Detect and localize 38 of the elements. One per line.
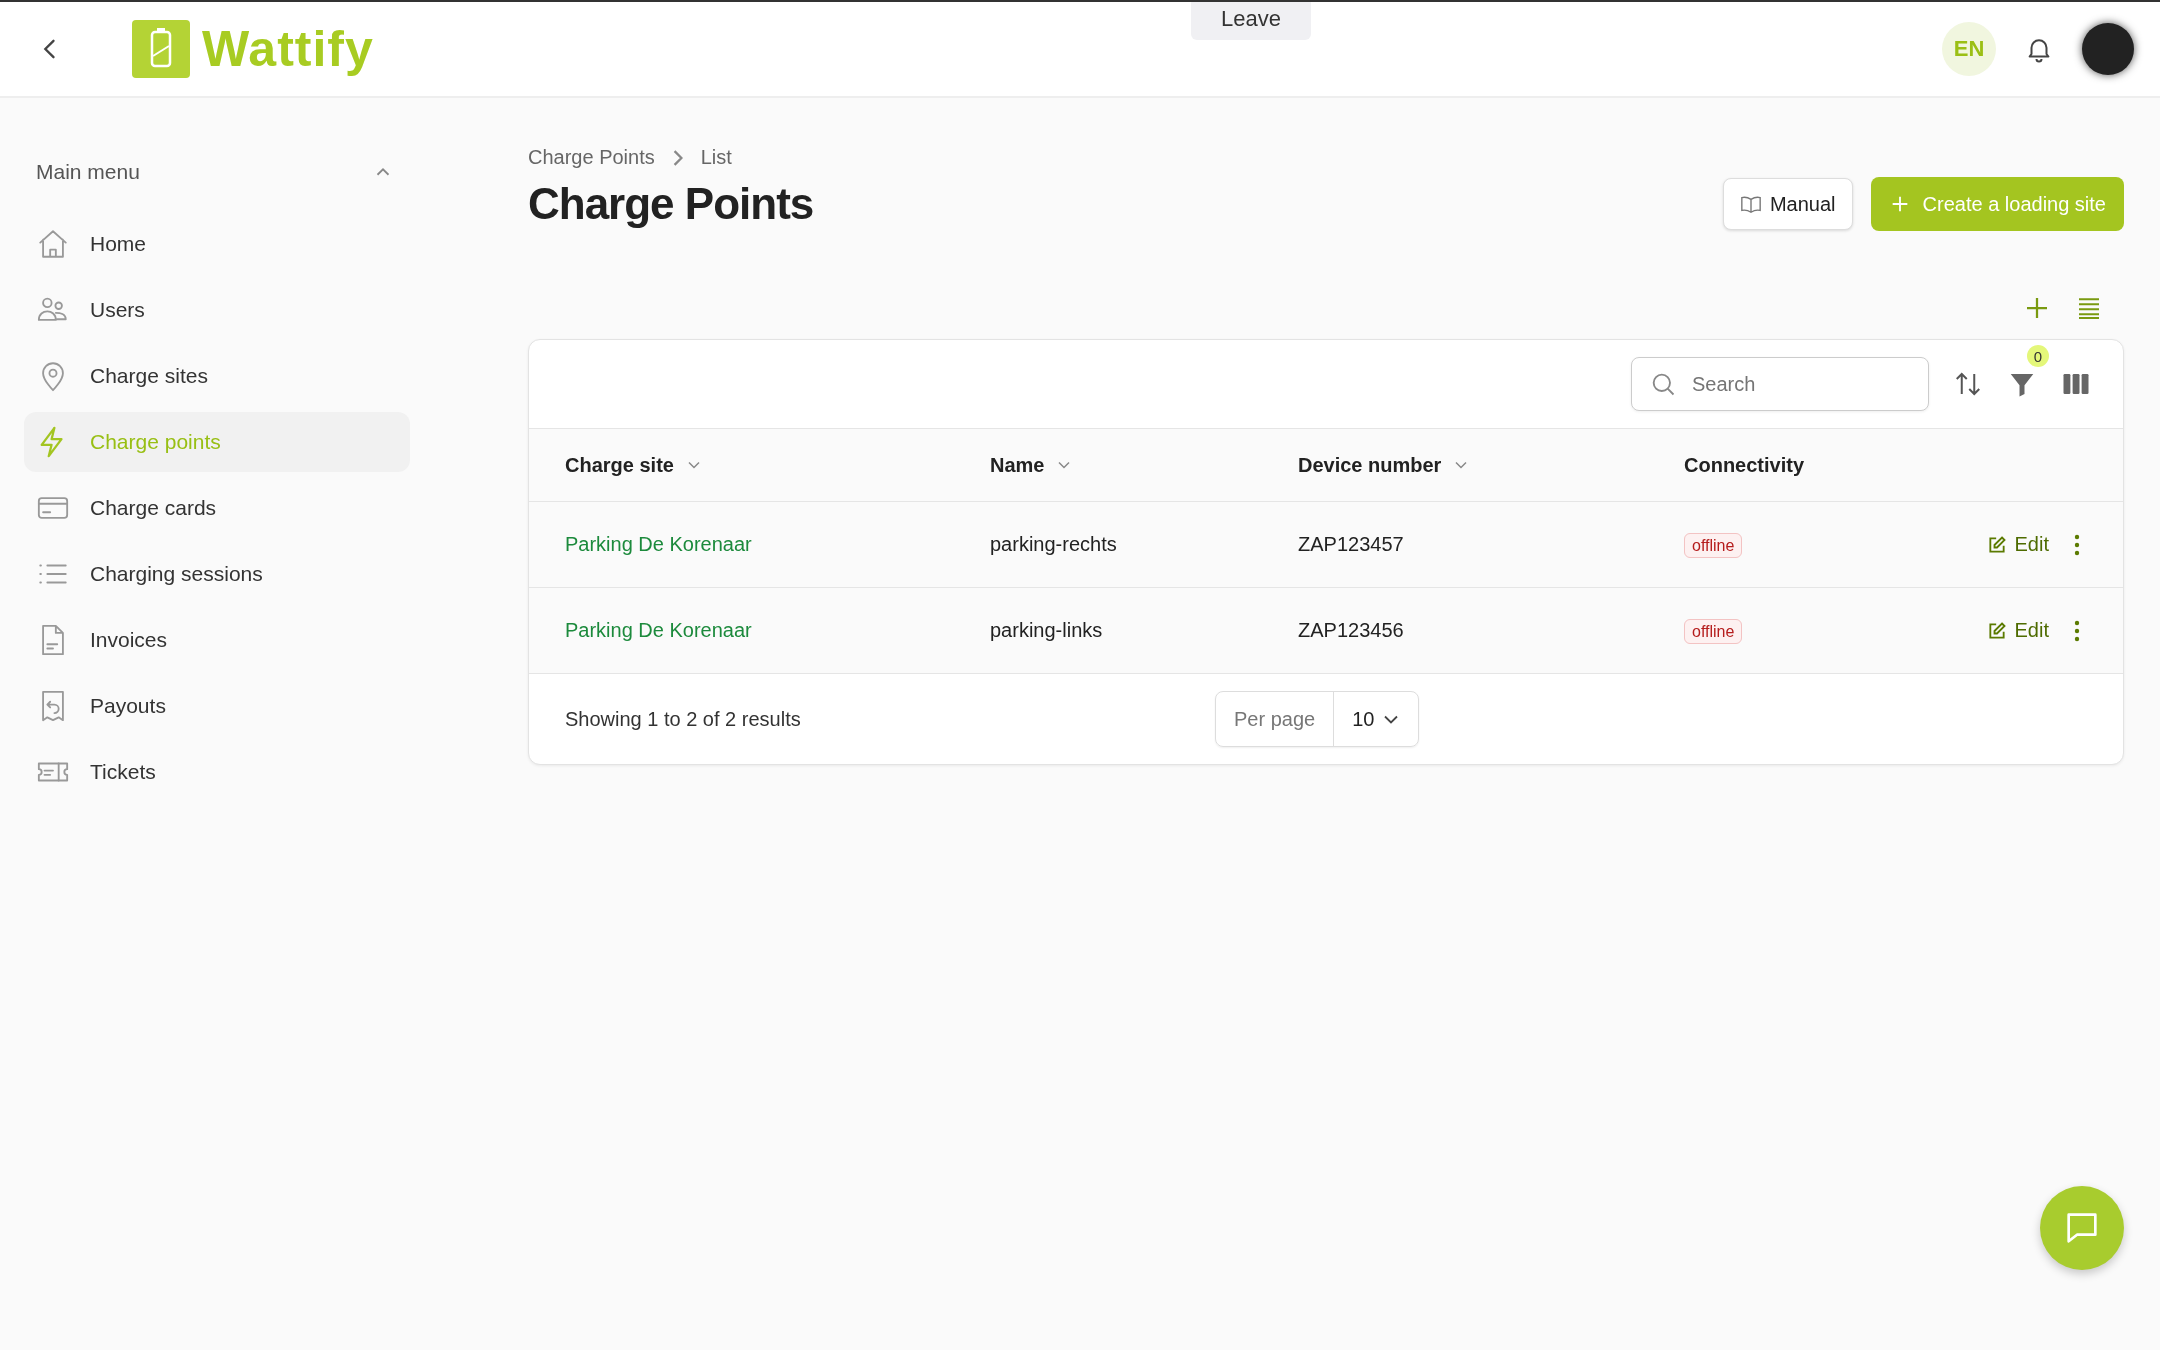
edit-icon <box>1986 534 2007 555</box>
sidebar-item[interactable]: Charging sessions <box>24 544 410 604</box>
charge-site-link[interactable]: Parking De Korenaar <box>565 533 752 555</box>
sidebar-item[interactable]: Invoices <box>24 610 410 670</box>
table-cell: parking-links <box>990 619 1103 641</box>
logo-icon <box>132 20 190 78</box>
sidebar-item[interactable]: Payouts <box>24 676 410 736</box>
table-cell: parking-rechts <box>990 533 1117 555</box>
edit-button[interactable]: Edit <box>1986 533 2049 556</box>
page-title: Charge Points <box>528 179 814 229</box>
table-cell: ZAP123456 <box>1298 619 1404 641</box>
filter-count-badge: 0 <box>2027 345 2049 367</box>
sidebar-item[interactable]: Home <box>24 214 410 274</box>
status-badge: offline <box>1684 533 1743 558</box>
manual-button[interactable]: Manual <box>1722 178 1853 230</box>
table-cell: ZAP123457 <box>1298 533 1404 555</box>
house-icon <box>36 227 70 261</box>
column-header[interactable]: Device number <box>1298 453 1442 477</box>
sidebar-item[interactable]: Charge sites <box>24 346 410 406</box>
column-header[interactable]: Charge site <box>565 453 674 477</box>
breadcrumb-link[interactable]: Charge Points <box>528 146 655 169</box>
logo-text: Wattify <box>202 20 374 78</box>
edit-icon <box>1986 620 2007 641</box>
sidebar-item[interactable]: Users <box>24 280 410 340</box>
column-header[interactable]: Connectivity <box>1684 453 1805 477</box>
chevron-right-icon <box>672 149 683 166</box>
edit-button[interactable]: Edit <box>1986 619 2049 642</box>
column-header[interactable]: Name <box>990 453 1045 477</box>
leave-button[interactable]: Leave <box>1191 2 1311 40</box>
charge-site-link[interactable]: Parking De Korenaar <box>565 619 752 641</box>
sidebar-item[interactable]: Tickets <box>24 742 410 802</box>
menu-title: Main menu <box>36 160 140 184</box>
avatar[interactable] <box>2082 23 2134 75</box>
sidebar-item[interactable]: Charge cards <box>24 478 410 538</box>
status-badge: offline <box>1684 619 1743 644</box>
results-summary: Showing 1 to 2 of 2 results <box>565 707 802 731</box>
breadcrumb-link[interactable]: List <box>700 146 732 169</box>
search-field[interactable]: Search <box>1631 357 1929 411</box>
